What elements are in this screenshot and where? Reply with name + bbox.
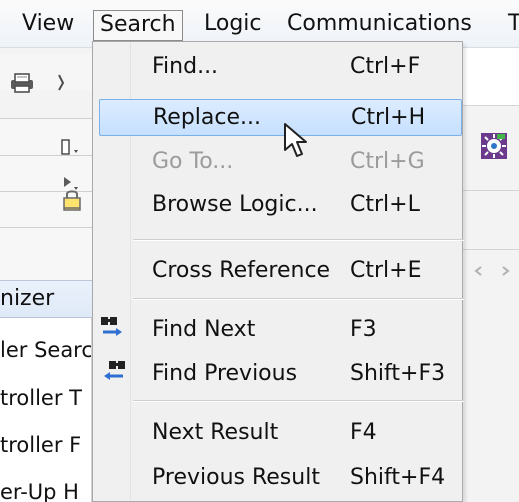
organizer-item[interactable]: troller T (0, 384, 82, 412)
previous-result-shortcut: Shift+F4 (350, 465, 446, 490)
browse-logic-shortcut: Ctrl+L (350, 192, 420, 217)
find-next-label: Find Next (152, 317, 256, 342)
organizer-item[interactable]: troller F (0, 431, 81, 459)
browse-logic-label: Browse Logic... (152, 192, 318, 217)
scissors-icon-partial[interactable] (57, 72, 69, 94)
cross-reference-menu-item[interactable]: Cross Reference Ctrl+E (93, 253, 462, 290)
right-toolbar-field (463, 48, 519, 106)
next-result-label: Next Result (152, 420, 279, 445)
right-divider (463, 249, 519, 250)
goto-menu-item[interactable]: Go To... Ctrl+G (93, 144, 462, 181)
binoculars-next-icon (99, 313, 127, 341)
organizer-item[interactable]: er-Up H (0, 478, 79, 502)
find-menu-item[interactable]: Find... Ctrl+F (93, 49, 462, 86)
find-previous-menu-item[interactable]: Find Previous Shift+F3 (93, 356, 462, 393)
find-next-shortcut: F3 (350, 317, 377, 342)
find-label: Find... (152, 54, 219, 79)
previous-result-menu-item[interactable]: Previous Result Shift+F4 (93, 460, 462, 497)
replace-shortcut: Ctrl+H (351, 105, 426, 130)
browse-logic-menu-item[interactable]: Browse Logic... Ctrl+L (93, 187, 462, 224)
toolbar-dropdown-1[interactable] (60, 136, 84, 160)
controller-organizer-header: nizer (0, 280, 92, 318)
cross-reference-label: Cross Reference (152, 258, 331, 283)
menu-view[interactable]: View (16, 10, 80, 38)
menu-separator (133, 298, 464, 300)
cog-icon[interactable] (480, 132, 508, 160)
next-result-menu-item[interactable]: Next Result F4 (93, 415, 462, 452)
replace-menu-item[interactable]: Replace... Ctrl+H (99, 99, 462, 136)
find-shortcut: Ctrl+F (350, 54, 421, 79)
menu-tools-partial[interactable]: T (500, 10, 519, 38)
goto-shortcut: Ctrl+G (350, 149, 425, 174)
menu-search[interactable]: Search (93, 10, 183, 41)
menu-logic[interactable]: Logic (198, 10, 268, 38)
toolbar-divider (0, 227, 92, 228)
lock-icon[interactable] (61, 188, 83, 214)
menu-communications[interactable]: Communications (281, 10, 478, 38)
organizer-item[interactable]: ler Searc (0, 336, 91, 364)
cross-reference-shortcut: Ctrl+E (350, 258, 422, 283)
next-result-shortcut: F4 (350, 420, 377, 445)
menu-separator (133, 239, 464, 241)
binoculars-previous-icon (99, 357, 127, 385)
find-previous-shortcut: Shift+F3 (350, 361, 446, 386)
organizer-list[interactable]: ler Searc troller T troller F er-Up H (0, 318, 92, 502)
organizer-label: nizer (0, 286, 55, 311)
replace-label: Replace... (153, 105, 262, 130)
search-menu-dropdown: Find... Ctrl+F Replace... Ctrl+H Go To..… (92, 41, 464, 502)
find-next-menu-item[interactable]: Find Next F3 (93, 312, 462, 349)
menu-separator (133, 400, 464, 402)
find-previous-label: Find Previous (152, 361, 298, 386)
goto-label: Go To... (152, 149, 234, 174)
previous-result-label: Previous Result (152, 465, 320, 490)
right-divider (463, 190, 519, 191)
right-scroll-arrows[interactable] (473, 263, 511, 277)
printer-icon[interactable] (9, 72, 35, 94)
